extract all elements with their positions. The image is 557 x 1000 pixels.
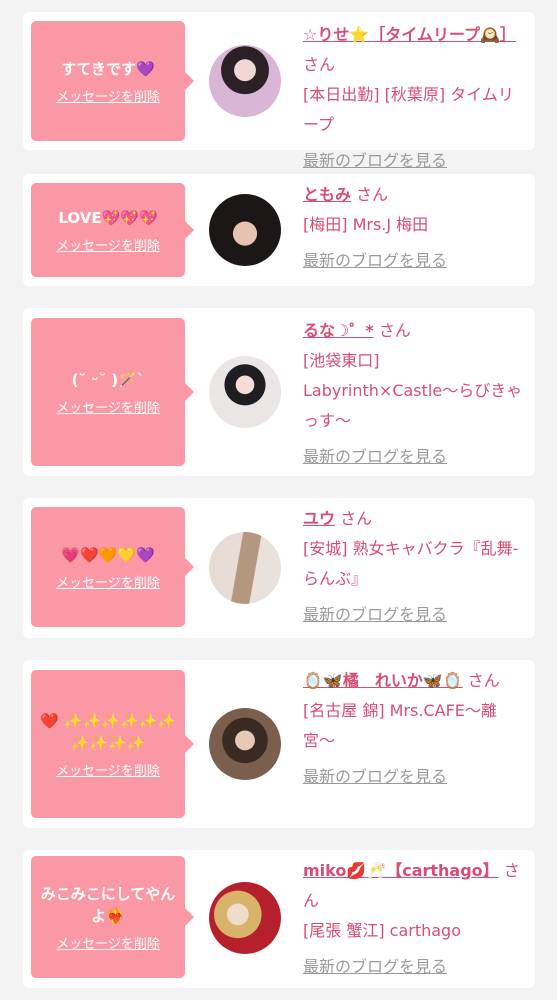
message-text: 💗❤️🧡💛💜 <box>61 545 155 564</box>
message-bubble: (˘ ᵕ˘ )🪄` メッセージを削除 <box>31 318 194 466</box>
latest-blog-link[interactable]: 最新のブログを見る <box>303 442 447 472</box>
shop-label: [尾張 蟹江] carthago <box>303 921 462 940</box>
message-card: すてきです💜 メッセージを削除 ☆りせ⭐［タイムリープ🕰️］ さん [本日出勤]… <box>23 12 535 170</box>
shop-label: [本日出勤] [秋葉原] タイムリープ <box>303 85 514 134</box>
message-card: 💗❤️🧡💛💜 メッセージを削除 ユウ さん [安城] 熟女キャバクラ『乱舞-らん… <box>23 498 535 638</box>
avatar[interactable] <box>209 45 281 117</box>
message-bubble: 💗❤️🧡💛💜 メッセージを削除 <box>31 507 194 627</box>
message-text: みこみこにしてやんよ❤️‍🔥 <box>40 884 176 925</box>
avatar[interactable] <box>209 194 281 266</box>
profile-info: 🪞🦋橘 れいか🦋🪞 さん [名古屋 錦] Mrs.CAFE〜離宮〜 最新のブログ… <box>303 666 525 792</box>
avatar[interactable] <box>209 882 281 954</box>
honorific: さん <box>356 185 389 204</box>
honorific: さん <box>303 55 336 74</box>
profile-name-link[interactable]: 🪞🦋橘 れいか🦋🪞 <box>303 671 463 690</box>
shop-label: [梅田] Mrs.J 梅田 <box>303 215 429 234</box>
shop-label: [名古屋 錦] Mrs.CAFE〜離宮〜 <box>303 701 497 750</box>
profile-name-link[interactable]: るな☽゜* <box>303 321 374 340</box>
latest-blog-link[interactable]: 最新のブログを見る <box>303 246 447 276</box>
message-text: すてきです💜 <box>61 59 155 78</box>
message-text: LOVE💖💖💖 <box>58 208 158 227</box>
avatar[interactable] <box>209 356 281 428</box>
message-bubble: すてきです💜 メッセージを削除 <box>31 21 194 141</box>
delete-message-link[interactable]: メッセージを削除 <box>56 933 160 952</box>
delete-message-link[interactable]: メッセージを削除 <box>56 86 160 105</box>
avatar[interactable] <box>209 532 281 604</box>
profile-name-link[interactable]: ともみ <box>303 185 351 204</box>
profile-info: miko💋🥂【carthago】 さん [尾張 蟹江] carthago 最新の… <box>303 856 525 982</box>
message-card: (˘ ᵕ˘ )🪄` メッセージを削除 るな☽゜* さん [池袋東口] Labyr… <box>23 308 535 476</box>
message-text: ❤️ ✨✨✨✨✨✨ ✨✨✨✨ <box>40 711 176 752</box>
message-bubble: ❤️ ✨✨✨✨✨✨ ✨✨✨✨ メッセージを削除 <box>31 670 194 818</box>
delete-message-link[interactable]: メッセージを削除 <box>56 397 160 416</box>
delete-message-link[interactable]: メッセージを削除 <box>56 760 160 779</box>
profile-name-link[interactable]: miko💋🥂【carthago】 <box>303 861 499 880</box>
honorific: さん <box>467 671 500 690</box>
profile-info: ユウ さん [安城] 熟女キャバクラ『乱舞-らんぶ』 最新のブログを見る <box>303 504 525 630</box>
latest-blog-link[interactable]: 最新のブログを見る <box>303 146 447 176</box>
message-card: LOVE💖💖💖 メッセージを削除 ともみ さん [梅田] Mrs.J 梅田 最新… <box>23 174 535 286</box>
message-card: みこみこにしてやんよ❤️‍🔥 メッセージを削除 miko💋🥂【carthago】… <box>23 850 535 988</box>
profile-info: ☆りせ⭐［タイムリープ🕰️］ さん [本日出勤] [秋葉原] タイムリープ 最新… <box>303 20 525 176</box>
message-card: ❤️ ✨✨✨✨✨✨ ✨✨✨✨ メッセージを削除 🪞🦋橘 れいか🦋🪞 さん [名古… <box>23 660 535 828</box>
delete-message-link[interactable]: メッセージを削除 <box>56 572 160 591</box>
profile-name-link[interactable]: ユウ <box>303 509 335 528</box>
message-bubble: みこみこにしてやんよ❤️‍🔥 メッセージを削除 <box>31 856 194 978</box>
honorific: さん <box>340 509 373 528</box>
message-bubble: LOVE💖💖💖 メッセージを削除 <box>31 183 194 277</box>
honorific: さん <box>378 321 411 340</box>
profile-name-link[interactable]: ☆りせ⭐［タイムリープ🕰️］ <box>303 25 516 44</box>
avatar[interactable] <box>209 708 281 780</box>
profile-info: るな☽゜* さん [池袋東口] Labyrinth×Castle〜らびきゃっす〜… <box>303 316 525 472</box>
shop-label: [池袋東口] Labyrinth×Castle〜らびきゃっす〜 <box>303 351 523 430</box>
profile-info: ともみ さん [梅田] Mrs.J 梅田 最新のブログを見る <box>303 180 525 276</box>
delete-message-link[interactable]: メッセージを削除 <box>56 235 160 254</box>
latest-blog-link[interactable]: 最新のブログを見る <box>303 600 447 630</box>
latest-blog-link[interactable]: 最新のブログを見る <box>303 952 447 982</box>
message-text: (˘ ᵕ˘ )🪄` <box>71 370 145 389</box>
latest-blog-link[interactable]: 最新のブログを見る <box>303 762 447 792</box>
message-list: すてきです💜 メッセージを削除 ☆りせ⭐［タイムリープ🕰️］ さん [本日出勤]… <box>0 0 557 1000</box>
shop-label: [安城] 熟女キャバクラ『乱舞-らんぶ』 <box>303 539 519 588</box>
